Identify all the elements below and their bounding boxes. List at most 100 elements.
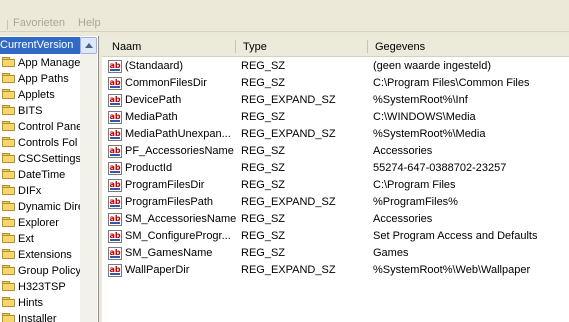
folder-icon: [2, 137, 15, 148]
registry-value-row[interactable]: ab DevicePath REG_EXPAND_SZ %SystemRoot%\In…: [102, 92, 569, 109]
tree-item-label: Explorer: [18, 217, 59, 229]
tree-item-label: Installer: [18, 313, 57, 322]
registry-value-row[interactable]: ab ProgramFilesPath REG_EXPAND_SZ %ProgramF…: [102, 194, 569, 211]
value-name: MediaPathUnexpan...: [125, 128, 231, 140]
tree-item-label: Extensions: [18, 249, 72, 261]
value-name: ProductId: [125, 162, 173, 174]
value-data: (geen waarde ingesteld): [373, 60, 492, 72]
value-data: Accessories: [373, 213, 433, 225]
tree-vertical-scrollbar[interactable]: [80, 37, 97, 322]
tree-item-label: Group Policy: [18, 265, 81, 277]
folder-icon: [2, 265, 15, 276]
folder-icon: [2, 153, 15, 164]
value-name: (Standaard): [125, 60, 184, 72]
tree-item-label: Ext: [18, 233, 34, 245]
folder-icon: [2, 89, 15, 100]
ab-string-value-icon: ab: [108, 179, 122, 192]
ab-string-value-icon: ab: [108, 230, 122, 243]
registry-value-row[interactable]: ab SM_AccessoriesName REG_SZ Accessories: [102, 211, 569, 228]
registry-value-row[interactable]: ab SM_GamesName REG_SZ Games: [102, 245, 569, 262]
value-type: REG_EXPAND_SZ: [241, 128, 336, 140]
registry-value-row[interactable]: ab (Standaard) REG_SZ (geen waarde ingestel…: [102, 58, 569, 75]
value-data: %SystemRoot%\Media: [373, 128, 486, 140]
value-name: PF_AccessoriesName: [125, 145, 234, 157]
value-data: %ProgramFiles%: [373, 196, 458, 208]
value-data: %SystemRoot%\Inf: [373, 94, 468, 106]
column-divider[interactable]: [367, 40, 368, 53]
list-header: Naam Type Gegevens: [102, 37, 569, 57]
tree-item-selected[interactable]: CurrentVersion: [0, 37, 80, 54]
ab-string-value-icon: ab: [108, 162, 122, 175]
registry-value-row[interactable]: ab MediaPath REG_SZ C:\WINDOWS\Media: [102, 109, 569, 126]
column-header-data[interactable]: Gegevens: [369, 37, 569, 56]
value-type: REG_SZ: [241, 145, 286, 157]
value-name: MediaPath: [125, 111, 178, 123]
ab-string-value-icon: ab: [108, 264, 122, 277]
ab-string-value-icon: ab: [108, 94, 122, 107]
value-name: ProgramFilesPath: [125, 196, 214, 208]
tree-item-label: CSCSettings: [18, 153, 81, 165]
registry-value-row[interactable]: ab MediaPathUnexpan... REG_EXPAND_SZ %Syste…: [102, 126, 569, 143]
folder-icon: [2, 73, 15, 84]
value-name: DevicePath: [125, 94, 182, 106]
registry-value-row[interactable]: ab WallPaperDir REG_EXPAND_SZ %SystemRoot%\…: [102, 262, 569, 279]
value-name: SM_AccessoriesName: [125, 213, 237, 225]
folder-icon: [2, 121, 15, 132]
folder-icon: [2, 57, 15, 68]
menu-item-help[interactable]: Help: [78, 17, 101, 29]
value-type: REG_SZ: [241, 247, 286, 259]
value-data: C:\WINDOWS\Media: [373, 111, 476, 123]
folder-icon: [2, 233, 15, 244]
value-data: Accessories: [373, 145, 433, 157]
folder-icon: [2, 281, 15, 292]
registry-value-row[interactable]: ab ProgramFilesDir REG_SZ C:\Program Files: [102, 177, 569, 194]
ab-string-value-icon: ab: [108, 128, 122, 141]
value-type: REG_SZ: [241, 111, 286, 123]
folder-icon: [2, 185, 15, 196]
tree-item-label: Dynamic Dire: [18, 201, 85, 213]
ab-string-value-icon: ab: [108, 111, 122, 124]
value-data: C:\Program Files\Common Files: [373, 77, 530, 89]
tree-item-label: H323TSP: [18, 281, 66, 293]
column-header-type[interactable]: Type: [237, 37, 367, 56]
registry-value-row[interactable]: ab CommonFilesDir REG_SZ C:\Program Files\C…: [102, 75, 569, 92]
value-data: 55274-647-0388702-23257: [373, 162, 507, 174]
menu-bar: l Favorieten Help: [0, 0, 569, 32]
folder-icon: [2, 313, 15, 322]
registry-value-row[interactable]: ab SM_ConfigureProgr... REG_SZ Set Program …: [102, 228, 569, 245]
registry-values-list[interactable]: Naam Type Gegevens ab (Standaard) REG_SZ (g…: [102, 37, 569, 322]
ab-string-value-icon: ab: [108, 196, 122, 209]
value-name: ProgramFilesDir: [125, 179, 205, 191]
registry-value-row[interactable]: ab ProductId REG_SZ 55274-647-0388702-23257: [102, 160, 569, 177]
column-divider[interactable]: [235, 40, 236, 53]
ab-string-value-icon: ab: [108, 247, 122, 260]
tree-item-label: App Paths: [18, 73, 69, 85]
value-type: REG_SZ: [241, 60, 286, 72]
folder-icon: [2, 105, 15, 116]
ab-string-value-icon: ab: [108, 213, 122, 226]
tree-item-label: Hints: [18, 297, 44, 309]
value-name: SM_GamesName: [125, 247, 213, 259]
value-type: REG_SZ: [241, 213, 286, 225]
value-type: REG_EXPAND_SZ: [241, 94, 336, 106]
value-data: %SystemRoot%\Web\Wallpaper: [373, 264, 531, 276]
value-data: Set Program Access and Defaults: [373, 230, 538, 242]
value-name: CommonFilesDir: [125, 77, 207, 89]
column-header-name[interactable]: Naam: [106, 37, 236, 56]
value-type: REG_EXPAND_SZ: [241, 196, 336, 208]
value-type: REG_SZ: [241, 230, 286, 242]
scroll-up-button[interactable]: [80, 37, 97, 54]
folder-icon: [2, 169, 15, 180]
tree-item-label: Applets: [18, 89, 55, 101]
value-name: WallPaperDir: [125, 264, 190, 276]
value-type: REG_SZ: [241, 162, 286, 174]
folder-icon: [2, 297, 15, 308]
menu-item-favorites[interactable]: Favorieten: [13, 17, 65, 29]
registry-value-row[interactable]: ab PF_AccessoriesName REG_SZ Accessories: [102, 143, 569, 160]
menu-separator: [7, 20, 8, 30]
value-data: Games: [373, 247, 409, 259]
tree-item-label: DIFx: [18, 185, 42, 197]
scroll-up-arrow-icon: [85, 43, 93, 48]
tree-item-label: Control Pane: [18, 121, 83, 133]
tree-item-label: BITS: [18, 105, 43, 117]
